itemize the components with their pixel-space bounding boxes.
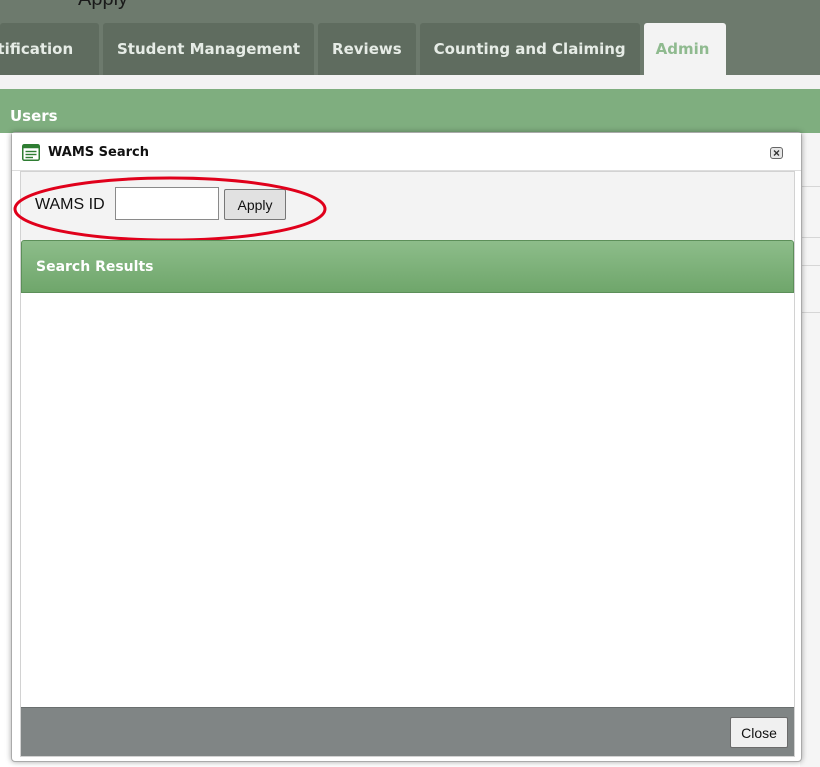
search-form: WAMS ID Apply: [13, 172, 794, 242]
list-document-icon: [22, 144, 40, 161]
tab-certification[interactable]: rtification: [0, 23, 99, 75]
search-results-area: [21, 293, 794, 707]
tab-student-management[interactable]: Student Management: [103, 23, 315, 75]
close-x-icon[interactable]: [770, 147, 783, 159]
tab-reviews[interactable]: Reviews: [318, 23, 416, 75]
tab-counting-and-claiming[interactable]: Counting and Claiming: [419, 23, 640, 75]
dialog-title: WAMS Search: [48, 145, 149, 160]
wams-id-label: WAMS ID: [35, 196, 105, 213]
background-table-edge: [800, 133, 820, 767]
partial-apply-text: Apply: [78, 0, 128, 11]
background-row-divider: [800, 237, 820, 238]
background-row-divider: [800, 312, 820, 313]
tab-underline: [0, 75, 820, 89]
users-section-header: Users: [0, 89, 820, 133]
close-button[interactable]: Close: [730, 717, 788, 748]
dialog-body: WAMS ID Apply Search Results Close: [13, 171, 795, 757]
dialog-title-bar[interactable]: WAMS Search: [12, 133, 801, 171]
background-row-divider: [800, 186, 820, 187]
tab-admin[interactable]: Admin: [643, 23, 726, 75]
top-navigation-bar: Apply rtification Student Management Rev…: [0, 0, 820, 89]
wams-id-input[interactable]: [115, 187, 219, 220]
tab-strip: rtification Student Management Reviews C…: [0, 23, 730, 75]
apply-button[interactable]: Apply: [224, 189, 286, 220]
page: Apply rtification Student Management Rev…: [0, 0, 820, 767]
search-results-header: Search Results: [21, 240, 794, 293]
background-row-divider: [800, 265, 820, 266]
wams-search-dialog: WAMS Search WAMS ID Apply Search Results: [11, 132, 802, 762]
dialog-footer: Close: [21, 707, 794, 756]
